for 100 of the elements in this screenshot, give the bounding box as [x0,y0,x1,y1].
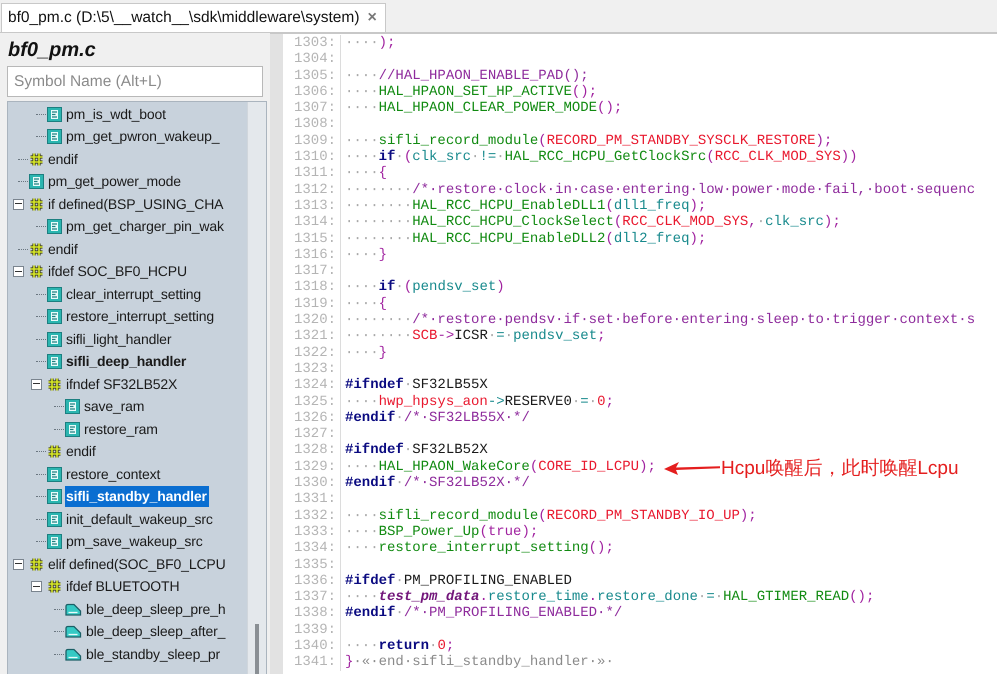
tree-item[interactable]: endif [47,148,80,170]
code-line: ····HAL_HPAON_CLEAR_POWER_MODE(); [345,100,622,116]
tree-item[interactable]: ble_deep_sleep_pre_h [85,598,228,620]
tree-item[interactable]: sifli_standby_handler [65,486,209,508]
tree-item[interactable]: pm_get_power_mode [47,171,183,192]
tree-item[interactable]: clear_interrupt_setting [65,284,204,305]
code-line: #endif·/*·PM_PROFILING_ENABLED·*/ [345,605,622,622]
code-line: #endif·/*·SF32LB52X·*/ [345,475,530,492]
tree-item[interactable]: pm_save_wakeup_src [65,531,205,552]
tree-item[interactable]: elif defined(SOC_BF0_LCPU [47,554,228,575]
code-line: #endif·/*·SF32LB55X·*/ [345,410,530,426]
scrollbar[interactable] [247,102,266,674]
tree-item[interactable]: save_ram [83,396,146,418]
collapse-toggle[interactable] [13,266,24,278]
code-line: ····if·(clk_src·!=·HAL_RCC_HCPU_GetClockSrc(RCC_CLK_MOD_SYS)) [345,149,858,166]
line-number: 1340: [292,638,336,654]
line-number: 1309: [292,132,336,150]
line-number: 1319: [292,296,336,312]
function-icon [29,174,44,190]
line-number: 1338: [292,605,336,622]
scrollbar-thumb[interactable] [255,624,259,674]
tab-title: bf0_pm.c (D:\5\__watch__\sdk\middleware\system) [8,9,360,27]
collapse-toggle[interactable] [13,558,24,570]
function-icon [47,219,62,234]
tree-item[interactable]: restore_context [65,464,162,485]
line-number: 1317: [292,263,336,280]
tree-item[interactable]: pm_is_wdt_boot [65,104,168,125]
hash-icon [47,376,62,392]
line-number: 1322: [292,344,336,361]
tree-item[interactable]: if defined(BSP_USING_CHA [47,194,226,215]
line-number: 1326: [292,410,336,426]
code-line: ····test_pm_data.restore_time.restore_done·=·HAL_GTIMER_READ(); [345,589,874,606]
code-line: ········HAL_RCC_HCPU_EnableDLL1(dll1_freq); [345,198,706,214]
line-number: 1318: [292,279,336,296]
line-number: 1312: [292,182,336,198]
collapse-toggle[interactable] [13,198,24,210]
line-number: 1336: [292,572,336,590]
code-line: ····{ [345,165,388,182]
line-number: 1334: [292,540,336,556]
tree-item[interactable]: endif [65,441,98,462]
code-line: ········HAL_RCC_HCPU_ClockSelect(RCC_CLK_MOD_SYS,·clk_src); [345,214,841,231]
function-icon [47,512,62,527]
line-number: 1310: [292,149,336,166]
tree-item[interactable]: pm_get_charger_pin_wak [65,216,226,238]
collapse-toggle[interactable] [31,581,42,592]
line-number: 1305: [292,68,336,84]
collapse-toggle[interactable] [31,378,42,390]
hash-icon [29,264,44,280]
tree-item[interactable]: pm_get_pwron_wakeup_ [65,126,222,148]
line-number: 1315: [292,230,336,247]
code-line: ········SCB->ICSR·=·pendsv_set; [345,328,606,345]
line-number: 1313: [292,198,336,214]
line-number: 1333: [292,524,336,540]
tree-item[interactable]: ble_standby_sleep_pr [85,644,222,665]
file-tab[interactable]: bf0_pm.c (D:\5\__watch__\sdk\middleware\system) × [1,3,386,32]
line-number: 1306: [292,84,336,100]
line-number: 1311: [292,165,336,182]
close-button[interactable]: × [367,10,377,26]
code-line: #ifndef·SF32LB52X [345,442,488,459]
outline-title: bf0_pm.c [7,38,97,63]
code-line: #ifndef·SF32LB55X [345,377,488,394]
line-number: 1304: [292,51,336,68]
code-line: ····); [345,35,396,52]
line-number: 1330: [292,475,336,492]
line-number: 1328: [292,442,336,459]
hash-icon [47,579,62,594]
hash-icon [29,196,44,212]
tree-item[interactable]: sifli_light_handler [65,328,174,350]
function-icon [47,106,62,122]
code-line: ····return·0; [345,638,454,654]
tree-item[interactable]: init_default_wakeup_src [65,508,215,530]
search-field[interactable]: Symbol Name (Alt+L) [7,66,263,97]
tree-item[interactable]: ifndef SF32LB52X [65,374,180,395]
code-line: ····{ [345,296,388,312]
function-icon [47,489,62,504]
tree-item[interactable]: ifdef SOC_BF0_HCPU [47,261,189,282]
hash-icon [29,556,44,572]
function-icon [47,286,62,302]
code-line: ····HAL_HPAON_SET_HP_ACTIVE(); [345,84,598,100]
tree-item[interactable]: restore_interrupt_setting [65,306,216,328]
function-icon [65,399,80,414]
line-number: 1329: [292,458,336,476]
tab-shape-icon [65,648,82,661]
tree-item[interactable]: restore_ram [83,418,160,440]
code-line: ········/*·restore·pendsv·if·set·before·entering·sleep·to·trigger·context·s [345,312,976,328]
function-icon [47,332,62,347]
line-number: 1316: [292,246,336,264]
tree-item[interactable]: sifli_deep_handler [65,351,188,372]
code-line: ····HAL_HPAON_WakeCore(CORE_ID_LCPU); [345,458,656,476]
line-number: 1314: [292,214,336,231]
hash-icon [47,444,62,460]
line-number: 1303: [292,35,336,52]
tree-item[interactable]: endif [47,238,80,260]
tree-item[interactable]: ifdef BLUETOOTH [65,576,182,598]
code-line: ····} [345,344,388,361]
function-icon [47,354,62,370]
line-number: 1308: [292,116,336,133]
code-line: ····BSP_Power_Up(true); [345,524,538,540]
line-number: 1331: [292,491,336,508]
tree-item[interactable]: ble_deep_sleep_after_ [85,621,228,642]
